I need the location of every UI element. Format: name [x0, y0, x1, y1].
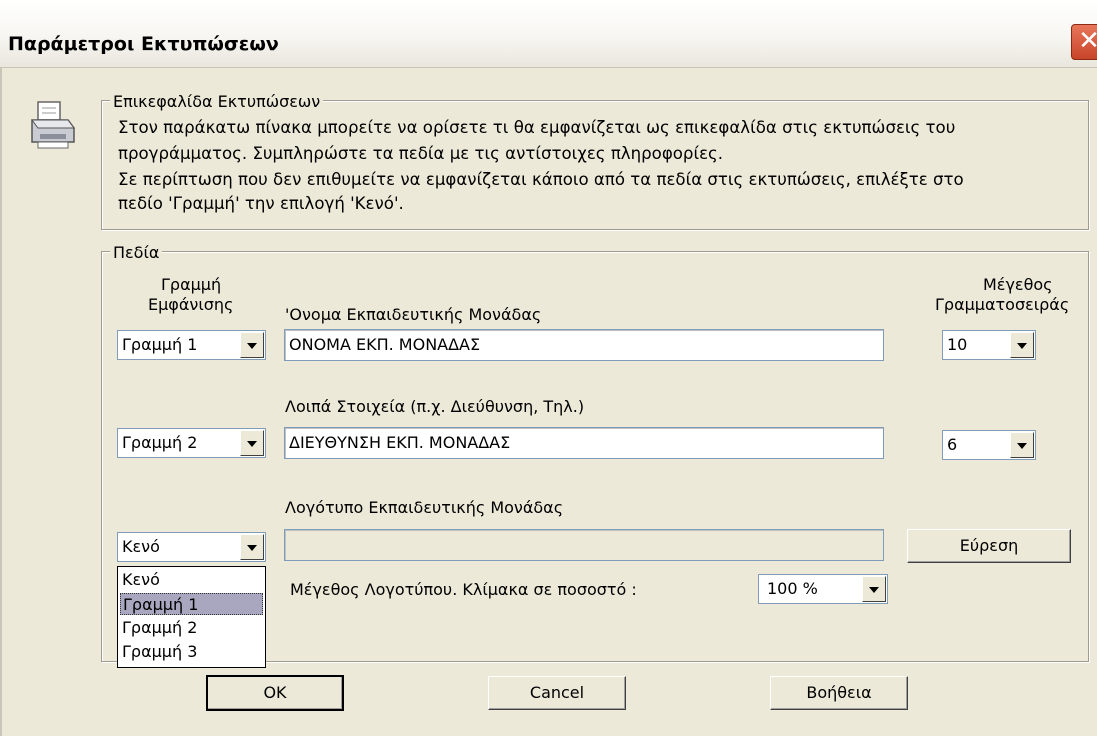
other-info-font-size-value: 6: [947, 435, 958, 454]
header-description-line-4: πεδίο 'Γραμμή' την επιλογή 'Κενό'.: [118, 194, 404, 213]
fields-group-legend: Πεδία: [110, 243, 163, 262]
logo-line-value: Κενό: [122, 537, 160, 556]
other-info-line-value: Γραμμή 2: [122, 433, 198, 452]
dropdown-option-line-3[interactable]: Γραμμή 3: [120, 641, 263, 663]
chevron-down-icon[interactable]: [862, 576, 886, 602]
printer-icon: [31, 101, 75, 149]
other-info-input-value: ΔΙΕΥΘΥΝΣΗ ΕΚΠ. ΜΟΝΑΔΑΣ: [289, 433, 511, 452]
school-name-input[interactable]: ΟΝΟΜΑ ΕΚΠ. ΜΟΝΑΔΑΣ: [284, 329, 884, 361]
school-name-font-size-value: 10: [947, 335, 968, 354]
column-header-size-1: Μέγεθος: [983, 275, 1053, 294]
school-name-line-value: Γραμμή 1: [122, 335, 198, 354]
logo-scale-select[interactable]: 100 %: [758, 574, 888, 604]
dropdown-option-empty[interactable]: Κενό: [120, 569, 263, 591]
header-group-legend: Επικεφαλίδα Εκτυπώσεων: [110, 92, 324, 111]
school-name-line-select[interactable]: Γραμμή 1: [117, 330, 266, 360]
column-header-line-1: Γραμμή: [161, 275, 222, 294]
window-title: Παράμετροι Εκτυπώσεων: [8, 33, 279, 55]
other-info-line-select[interactable]: Γραμμή 2: [117, 428, 266, 458]
header-description-line-2: προγράμματος. Συμπληρώστε τα πεδία με τι…: [118, 144, 724, 163]
chevron-down-icon[interactable]: [1010, 432, 1034, 458]
school-name-input-value: ΟΝΟΜΑ ΕΚΠ. ΜΟΝΑΔΑΣ: [289, 335, 481, 354]
dropdown-option-line-2[interactable]: Γραμμή 2: [120, 617, 263, 639]
browse-button[interactable]: Εύρεση: [907, 529, 1071, 563]
chevron-down-icon[interactable]: [1010, 332, 1034, 358]
column-header-size-2: Γραμματοσειράς: [935, 295, 1070, 314]
other-info-font-size-select[interactable]: 6: [942, 430, 1036, 460]
close-icon: ✕: [1078, 26, 1097, 56]
chevron-down-icon[interactable]: [240, 430, 264, 456]
logo-label: Λογότυπο Εκπαιδευτικής Μονάδας: [285, 498, 564, 517]
help-button[interactable]: Βοήθεια: [770, 676, 908, 710]
column-header-line-2: Εμφάνισης: [148, 295, 234, 314]
ok-button[interactable]: OK: [206, 675, 344, 711]
header-description-line-1: Στον παράκατω πίνακα μπορείτε να ορίσετε…: [118, 118, 956, 137]
school-name-font-size-select[interactable]: 10: [942, 330, 1036, 360]
other-info-input[interactable]: ΔΙΕΥΘΥΝΣΗ ΕΚΠ. ΜΟΝΑΔΑΣ: [284, 427, 884, 459]
logo-line-select[interactable]: Κενό: [117, 532, 266, 562]
logo-path-input[interactable]: [284, 529, 884, 561]
chevron-down-icon[interactable]: [240, 534, 264, 560]
other-info-label: Λοιπά Στοιχεία (π.χ. Διεύθυνση, Τηλ.): [285, 397, 585, 416]
chevron-down-icon[interactable]: [240, 332, 264, 358]
title-bar[interactable]: Παράμετροι Εκτυπώσεων ✕: [0, 0, 1097, 68]
dropdown-option-line-1[interactable]: Γραμμή 1: [120, 593, 263, 615]
logo-scale-label: Μέγεθος Λογοτύπου. Κλίμακα σε ποσοστό :: [290, 580, 637, 599]
cancel-button[interactable]: Cancel: [488, 676, 626, 710]
close-button[interactable]: ✕: [1071, 24, 1097, 60]
logo-scale-value: 100 %: [767, 579, 818, 598]
header-description-line-3: Σε περίπτωση που δεν επιθυμείτε να εμφαν…: [118, 170, 964, 189]
school-name-label: 'Ονομα Εκπαιδευτικής Μονάδας: [285, 305, 542, 324]
logo-line-dropdown-list[interactable]: Κενό Γραμμή 1 Γραμμή 2 Γραμμή 3: [117, 566, 266, 668]
